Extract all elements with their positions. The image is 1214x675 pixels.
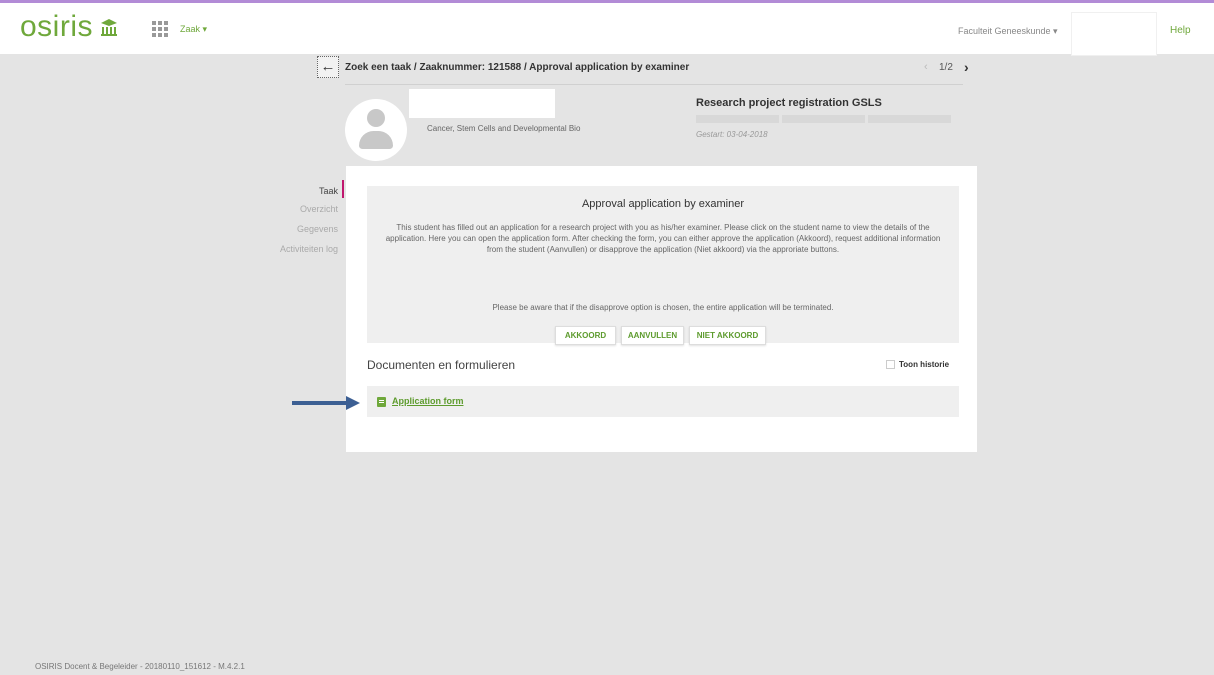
version-footer: OSIRIS Docent & Begeleider - 20180110_15… <box>35 662 245 671</box>
started-date: Gestart: 03-04-2018 <box>696 130 768 139</box>
pointer-arrow-icon <box>292 396 360 410</box>
approval-description: This student has filled out an applicati… <box>385 223 941 254</box>
student-name[interactable] <box>409 89 555 118</box>
avatar <box>345 99 407 161</box>
next-chevron-icon[interactable]: › <box>964 59 969 75</box>
divider <box>345 84 963 85</box>
toon-historie-checkbox[interactable]: Toon historie <box>886 360 949 369</box>
apps-grid-icon[interactable] <box>152 21 168 37</box>
documents-title: Documenten en formulieren <box>367 358 516 372</box>
application-form-link[interactable]: Application form <box>392 396 464 406</box>
student-department: Cancer, Stem Cells and Developmental Bio <box>427 124 581 133</box>
approval-title: Approval application by examiner <box>581 198 745 210</box>
approval-warning: Please be aware that if the disapprove o… <box>492 303 834 312</box>
task-panel: Approval application by examiner This st… <box>346 166 977 452</box>
zaak-dropdown[interactable]: Zaak ▾ <box>180 24 207 35</box>
breadcrumb: Zoek een taak / Zaaknummer: 121588 / App… <box>345 62 690 73</box>
project-details-bar <box>696 115 951 123</box>
help-link[interactable]: Help <box>1170 25 1191 36</box>
graduation-building-icon <box>101 19 117 36</box>
previous-chevron-icon[interactable]: ‹ <box>924 61 928 73</box>
nav-item-overzicht[interactable]: Overzicht <box>300 204 338 214</box>
akkoord-button[interactable]: AKKOORD <box>555 326 616 345</box>
faculty-dropdown[interactable]: Faculteit Geneeskunde ▾ <box>958 26 1058 37</box>
pager-count: 1/2 <box>939 62 953 73</box>
project-title: Research project registration GSLS <box>696 97 882 109</box>
back-arrow-button[interactable]: ← <box>317 56 339 78</box>
osiris-logo[interactable]: osiris <box>20 12 93 42</box>
approval-box: Approval application by examiner This st… <box>367 186 959 345</box>
active-nav-marker <box>342 180 344 198</box>
form-icon <box>377 397 386 407</box>
top-bar: osiris Zaak ▾ Faculteit Geneeskunde ▾ He… <box>0 0 1214 55</box>
nav-item-gegevens[interactable]: Gegevens <box>297 224 338 234</box>
nav-item-activiteiten-log[interactable]: Activiteiten log <box>280 244 338 254</box>
aanvullen-button[interactable]: AANVULLEN <box>621 326 684 345</box>
user-info-box[interactable] <box>1072 13 1156 55</box>
document-row: Application form <box>367 386 959 417</box>
user-silhouette-icon <box>367 109 385 127</box>
niet-akkoord-button[interactable]: NIET AKKOORD <box>689 326 766 345</box>
checkbox-icon[interactable] <box>886 360 895 369</box>
toon-historie-label: Toon historie <box>899 360 950 369</box>
nav-item-taak[interactable]: Taak <box>319 186 338 196</box>
